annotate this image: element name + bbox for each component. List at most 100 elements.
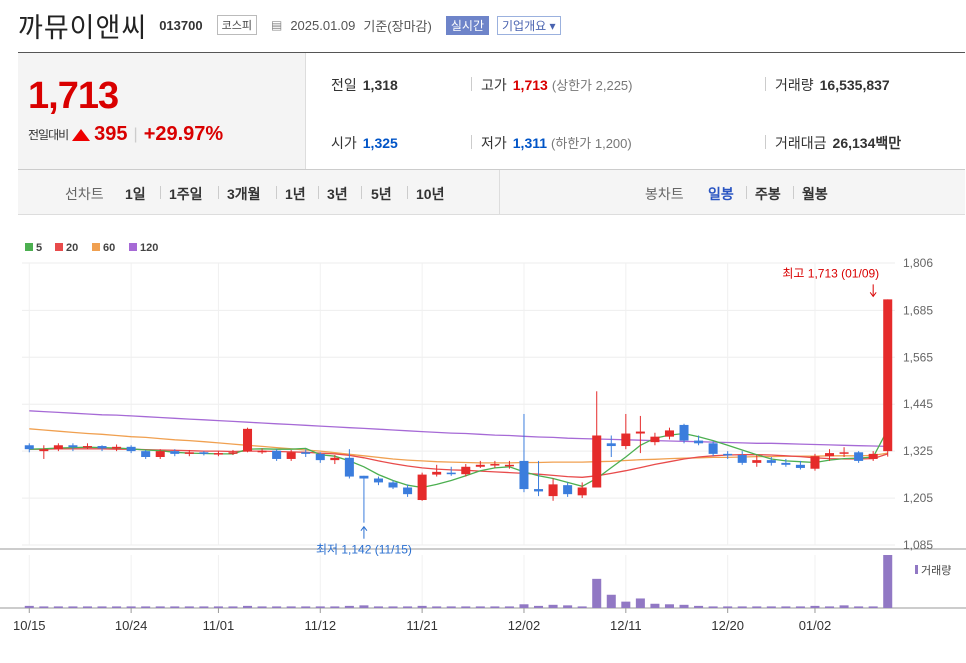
stock-chart[interactable]: 5 20 60 120 1,8061,6851,5651,4451,3251,2051… [0,233,966,663]
candle-body [344,457,354,477]
candle-body [883,299,893,452]
candle-monthly[interactable]: 월봉 [802,184,828,204]
divider [746,186,747,199]
legend-label-120: 120 [140,242,158,254]
candle-body [650,436,660,443]
chevron-down-icon: ▾ [549,18,556,33]
y-axis: 1,806 1,685 1,565 1,445 1,325 1,205 1,085 [903,256,933,552]
candle-body [141,451,151,457]
candle-body [868,453,878,459]
volume-bar [694,605,704,608]
high-price: 고가 1,713 (상한가 2,225) [481,77,633,93]
x-axis: 10/15 10/24 11/01 11/12 11/21 12/02 12/11 12/20… [13,608,831,633]
date: 2025.01.09 [290,17,356,33]
volume-bar [825,606,835,608]
candle-body [286,452,296,459]
x-tick-label: 12/11 [610,618,642,633]
divider [407,186,408,199]
candle-body [272,450,282,459]
volume-bar [664,604,674,608]
volume-bar [504,606,514,608]
volume-bar [635,598,645,608]
company-overview-dropdown[interactable]: 기업개요 ▾ [496,15,561,35]
volume-bar [155,606,165,608]
realtime-button[interactable]: 실시간 [445,15,489,35]
divider [276,186,277,199]
volume-bar [679,604,689,608]
candle-body [592,435,602,488]
candle-body [504,464,514,467]
candle-body [752,460,762,463]
divider [160,186,161,199]
period-3y[interactable]: 3년 [327,184,348,204]
volume-bar [868,606,878,608]
candle-body [519,460,529,490]
high-annotation: 최고 1,713 (01/09) [782,266,879,280]
candle-body [199,452,209,454]
volume-bar [24,605,34,608]
volume: 거래량 16,535,837 [775,77,890,93]
calendar-icon: ▤ [270,18,283,32]
volume-bar [330,606,340,608]
volume-bar [359,605,369,608]
period-1d[interactable]: 1일 [125,184,146,204]
candle-body [825,453,835,457]
candle-body [664,430,674,437]
volume-bar [53,606,63,608]
volume-bar [97,606,107,608]
low-price: 저가 1,311 (하한가 1,200) [481,135,632,151]
market-badge: 코스피 [216,15,257,35]
candle-body [243,428,253,452]
divider [218,186,219,199]
separator: | [133,125,138,143]
change-amount: 395 [94,123,128,145]
volume-bar [112,606,122,608]
line-chart-label: 선차트 [65,186,104,202]
candle-body [97,446,107,449]
volume-bar [781,606,791,608]
volume-bar [315,606,325,608]
candle-body [155,451,165,457]
volume-bar [519,604,529,608]
x-tick-label: 01/02 [799,618,832,633]
candle-body [490,464,500,466]
volume-bar [650,603,660,608]
ma120-line [29,410,888,448]
volume-bar [126,606,136,608]
header: 까뮤이앤씨 013700 코스피 ▤ 2025.01.09 기준(장마감) 실시… [18,8,561,44]
period-1w[interactable]: 1주일 [169,184,203,204]
volume-bar [563,605,573,608]
candle-body [24,445,34,450]
candle-daily[interactable]: 일봉 [708,184,734,204]
volume-bar [272,606,282,608]
volume-bar [286,606,296,608]
period-1y[interactable]: 1년 [285,184,306,204]
x-tick-label: 12/20 [711,618,744,633]
volume-bar [854,606,864,608]
volume-bar [795,606,805,608]
candle-weekly[interactable]: 주봉 [755,184,781,204]
volume-bar [490,606,500,608]
candle-body [679,424,689,441]
volume-bar [766,606,776,608]
candle-body [315,453,325,461]
volume-bar [606,594,616,608]
candle-body [723,453,733,456]
volume-bar [839,605,849,608]
volume-bar [373,606,383,608]
y-tick-label: 1,445 [903,397,933,411]
volume-bar [417,605,427,608]
candle-body [359,475,369,479]
candle-body [795,464,805,468]
candle-body [184,452,194,454]
change-percent: +29.97% [143,123,224,145]
candles [24,299,893,523]
volume-bar [810,605,820,608]
period-3m[interactable]: 3개월 [227,184,261,204]
period-10y[interactable]: 10년 [416,184,444,204]
volume-bar [577,606,587,608]
volume-bar [301,606,311,608]
current-price: 1,713 [28,75,119,117]
period-5y[interactable]: 5년 [371,184,392,204]
company-name: 까뮤이앤씨 [18,12,148,44]
